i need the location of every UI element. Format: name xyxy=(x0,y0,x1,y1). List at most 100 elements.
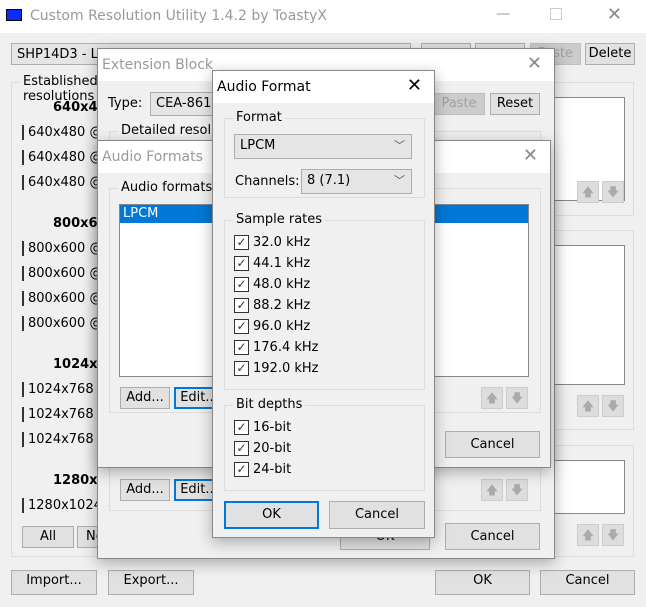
audio-format-title-bar: Audio Format ✕ xyxy=(213,71,434,103)
established-checkbox[interactable]: 640x480 @ 75 Hz xyxy=(22,175,98,190)
checkbox-box[interactable]: ✓ xyxy=(234,361,249,376)
up-arrow-icon[interactable]: 🡅 xyxy=(577,524,599,546)
checkbox-box[interactable]: ✓ xyxy=(234,277,249,292)
cancel-button[interactable]: Cancel xyxy=(329,501,425,529)
checkbox-label: 1024x768 @ 75 Hz xyxy=(28,432,98,447)
down-arrow-icon[interactable]: 🡇 xyxy=(602,181,624,203)
checkbox-label: 640x480 @ 72 Hz xyxy=(28,150,98,165)
channels-label: Channels: xyxy=(235,174,300,189)
cancel-button[interactable]: Cancel xyxy=(445,523,540,550)
checkbox-label: 48.0 kHz xyxy=(253,277,311,292)
all-button[interactable]: All xyxy=(22,526,74,548)
rates-checkbox[interactable]: ✓ 176.4 kHz xyxy=(234,340,318,355)
rates-checkbox[interactable]: ✓ 32.0 kHz xyxy=(234,235,310,250)
format-select[interactable]: LPCM ﹀ xyxy=(234,134,412,159)
established-checkbox[interactable]: 800x600 @ 56 Hz xyxy=(22,241,98,256)
add-button[interactable]: Add... xyxy=(120,479,170,501)
minimize-icon[interactable]: — xyxy=(496,6,510,22)
rates-checkbox[interactable]: ✓ 88.2 kHz xyxy=(234,298,310,313)
checkbox-box[interactable] xyxy=(22,291,24,306)
checkbox-box[interactable] xyxy=(22,175,24,190)
depths-checkbox[interactable]: ✓ 24-bit xyxy=(234,462,291,477)
main-title-bar: Custom Resolution Utility 1.4.2 by Toast… xyxy=(0,0,646,33)
established-checkbox[interactable]: 1024x768 @ 75 Hz xyxy=(22,432,98,447)
type-label: Type: xyxy=(108,96,143,111)
checkbox-box[interactable]: ✓ xyxy=(234,340,249,355)
checkbox-box[interactable]: ✓ xyxy=(234,235,249,250)
established-checkbox[interactable]: 1024x768 @ 60 Hz xyxy=(22,382,98,397)
checkbox-label: 32.0 kHz xyxy=(253,235,311,250)
close-icon[interactable]: ✕ xyxy=(523,145,538,166)
up-arrow-icon[interactable]: 🡅 xyxy=(481,387,503,409)
checkbox-box[interactable]: ✓ xyxy=(234,441,249,456)
depths-checkbox[interactable]: ✓ 20-bit xyxy=(234,441,291,456)
checkbox-box[interactable]: ✓ xyxy=(234,298,249,313)
checkbox-label: 16-bit xyxy=(253,420,292,435)
rates-checkbox[interactable]: ✓ 48.0 kHz xyxy=(234,277,310,292)
delete-button[interactable]: Delete xyxy=(585,43,635,65)
established-checkbox[interactable]: 1024x768 @ 70 Hz xyxy=(22,407,98,422)
checkbox-box[interactable]: ✓ xyxy=(234,462,249,477)
maximize-icon[interactable] xyxy=(550,8,562,20)
down-arrow-icon[interactable]: 🡇 xyxy=(506,479,528,501)
checkbox-box[interactable] xyxy=(22,407,24,422)
checkbox-box[interactable] xyxy=(22,316,24,331)
export-button[interactable]: Export... xyxy=(108,570,194,595)
down-arrow-icon[interactable]: 🡇 xyxy=(506,387,528,409)
up-arrow-icon[interactable]: 🡅 xyxy=(577,395,599,417)
up-arrow-icon[interactable]: 🡅 xyxy=(577,181,599,203)
channels-select[interactable]: 8 (7.1) ﹀ xyxy=(301,169,412,194)
checkbox-box[interactable] xyxy=(22,382,24,397)
down-arrow-icon[interactable]: 🡇 xyxy=(602,395,624,417)
down-arrow-icon[interactable]: 🡇 xyxy=(602,524,624,546)
established-checkbox[interactable]: 640x480 @ 72 Hz xyxy=(22,150,98,165)
close-icon[interactable]: ✕ xyxy=(407,75,422,96)
close-icon[interactable]: ✕ xyxy=(527,53,542,74)
checkbox-label: 1024x768 @ 70 Hz xyxy=(28,407,98,422)
cancel-button[interactable]: Cancel xyxy=(540,570,635,595)
checkbox-box[interactable] xyxy=(22,432,24,447)
rates-checkbox[interactable]: ✓ 96.0 kHz xyxy=(234,319,310,334)
checkbox-label: 800x600 @ 72 Hz xyxy=(28,291,98,306)
rates-checkbox[interactable]: ✓ 192.0 kHz xyxy=(234,361,318,376)
checkbox-label: 800x600 @ 75 Hz xyxy=(28,316,98,331)
checkbox-box[interactable] xyxy=(22,150,24,165)
checkbox-box[interactable] xyxy=(22,241,24,256)
ok-button[interactable]: OK xyxy=(224,501,319,529)
checkbox-label: 24-bit xyxy=(253,462,292,477)
ok-button[interactable]: OK xyxy=(435,570,530,595)
close-icon[interactable]: ✕ xyxy=(607,4,622,25)
checkbox-label: 800x600 @ 56 Hz xyxy=(28,241,98,256)
up-arrow-icon[interactable]: 🡅 xyxy=(481,479,503,501)
checkbox-box[interactable]: ✓ xyxy=(234,420,249,435)
checkbox-box[interactable] xyxy=(22,498,24,513)
established-checkbox[interactable]: 640x480 @ 60 Hz xyxy=(22,125,98,140)
checkbox-box[interactable]: ✓ xyxy=(234,319,249,334)
checkbox-label: 20-bit xyxy=(253,441,292,456)
checkbox-box[interactable]: ✓ xyxy=(234,256,249,271)
checkbox-label: 1280x1024 @ 75 Hz xyxy=(28,498,98,513)
checkbox-label: 640x480 @ 75 Hz xyxy=(28,175,98,190)
checkbox-label: 640x480 @ 60 Hz xyxy=(28,125,98,140)
main-title: Custom Resolution Utility 1.4.2 by Toast… xyxy=(30,8,327,24)
depths-checkbox[interactable]: ✓ 16-bit xyxy=(234,420,291,435)
checkbox-label: 192.0 kHz xyxy=(253,361,319,376)
established-checkbox[interactable]: 800x600 @ 72 Hz xyxy=(22,291,98,306)
established-checkbox[interactable]: 1280x1024 @ 75 Hz xyxy=(22,498,98,513)
add-button[interactable]: Add... xyxy=(120,387,170,409)
rates-checkbox[interactable]: ✓ 44.1 kHz xyxy=(234,256,310,271)
checkbox-label: 1024x768 @ 60 Hz xyxy=(28,382,98,397)
checkbox-box[interactable] xyxy=(22,125,24,140)
reset-button[interactable]: Reset xyxy=(490,93,540,115)
established-checkbox[interactable]: 800x600 @ 75 Hz xyxy=(22,316,98,331)
audio-format-dialog: Audio Format ✕ Format LPCM ﹀ Channels: 8 (… xyxy=(212,70,435,538)
monitor-icon xyxy=(6,9,22,21)
established-checkbox[interactable]: 800x600 @ 60 Hz xyxy=(22,266,98,281)
paste-button[interactable]: Paste xyxy=(433,93,485,115)
checkbox-label: 88.2 kHz xyxy=(253,298,311,313)
checkbox-box[interactable] xyxy=(22,266,24,281)
import-button[interactable]: Import... xyxy=(11,570,97,595)
checkbox-label: 176.4 kHz xyxy=(253,340,319,355)
checkbox-label: 800x600 @ 60 Hz xyxy=(28,266,98,281)
cancel-button[interactable]: Cancel xyxy=(445,431,540,458)
